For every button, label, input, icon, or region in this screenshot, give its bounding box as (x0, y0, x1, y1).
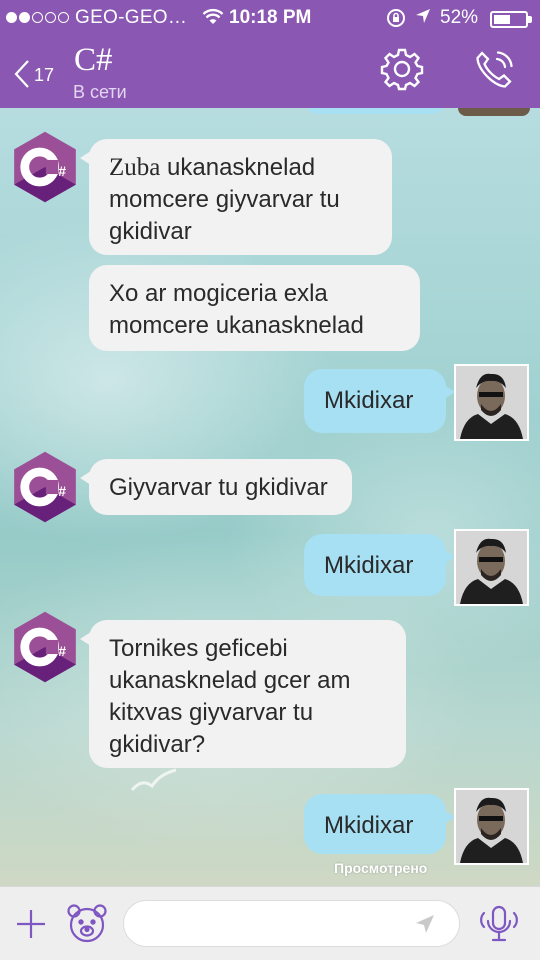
back-button[interactable]: 17 (10, 54, 70, 94)
message-bubble-incoming[interactable]: Zuba ukanasknelad momcere giyvarvar tu g… (80, 139, 392, 255)
csharp-logo-avatar: # (14, 131, 76, 203)
message-text: Tornikes geficebi ukanasknelad gcer am k… (109, 635, 351, 758)
user-avatar (454, 788, 529, 865)
composer-bar (0, 886, 540, 960)
message-bubble-outgoing[interactable]: Mkidixar (304, 534, 455, 596)
message-list[interactable]: # Zuba ukanasknelad momcere giyvarvar tu… (0, 108, 540, 886)
message-bubble-incoming[interactable]: Xo ar mogiceria exla momcere ukanasknela… (89, 265, 420, 351)
message-text: Mkidixar (324, 387, 414, 414)
user-portrait-icon (456, 531, 527, 604)
seagull-icon (130, 768, 177, 791)
message-text: Mkidixar (324, 552, 414, 579)
bear-sticker-icon[interactable] (66, 903, 108, 943)
clock: 10:18 PM (229, 7, 312, 28)
battery-percent: 52% (440, 7, 479, 28)
send-arrow-icon[interactable] (414, 913, 436, 935)
plus-icon[interactable] (14, 907, 48, 941)
unread-count: 17 (34, 65, 55, 85)
message-text: Mkidixar (324, 812, 414, 839)
svg-text:#: # (58, 643, 66, 659)
online-status: В сети (73, 82, 127, 102)
message-text-lead: Zuba (109, 154, 161, 181)
user-avatar (454, 364, 529, 441)
message-bubble-incoming[interactable]: Tornikes geficebi ukanasknelad gcer am k… (80, 620, 406, 768)
message-text: Xo ar mogiceria exla momcere ukanasknela… (109, 280, 364, 339)
chat-title[interactable]: C# (74, 42, 113, 79)
user-portrait-icon (456, 790, 527, 863)
seen-receipt: Просмотрено (334, 860, 428, 876)
message-text: Giyvarvar tu gkidivar (109, 474, 328, 501)
rotation-lock-icon (387, 9, 405, 27)
svg-text:#: # (58, 163, 66, 179)
location-arrow-icon (416, 9, 430, 23)
gear-icon[interactable] (378, 45, 426, 93)
user-avatar (454, 529, 529, 606)
message-bubble-outgoing[interactable]: Mkidixar (304, 794, 455, 854)
carrier-name: GEO-GEO… (75, 7, 188, 28)
status-bar: GEO-GEO… 10:18 PM 52% (0, 0, 540, 36)
battery-icon (490, 11, 532, 28)
csharp-logo-avatar: # (14, 451, 76, 523)
signal-strength-icon (6, 12, 69, 23)
svg-text:#: # (58, 483, 66, 499)
message-bubble-outgoing[interactable]: Mkidixar (304, 369, 455, 433)
phone-icon[interactable] (472, 48, 516, 92)
app-header: GEO-GEO… 10:18 PM 52% 17 C# В сети (0, 0, 540, 108)
wifi-icon (202, 8, 224, 24)
message-input[interactable] (123, 900, 460, 947)
user-portrait-icon (456, 366, 527, 439)
chevron-left-icon (14, 60, 29, 88)
csharp-logo-avatar: # (14, 611, 76, 683)
message-bubble-incoming[interactable]: Giyvarvar tu gkidivar (80, 459, 352, 515)
previous-message-bubble (305, 108, 445, 114)
previous-user-avatar (458, 108, 530, 116)
microphone-icon[interactable] (476, 905, 522, 945)
